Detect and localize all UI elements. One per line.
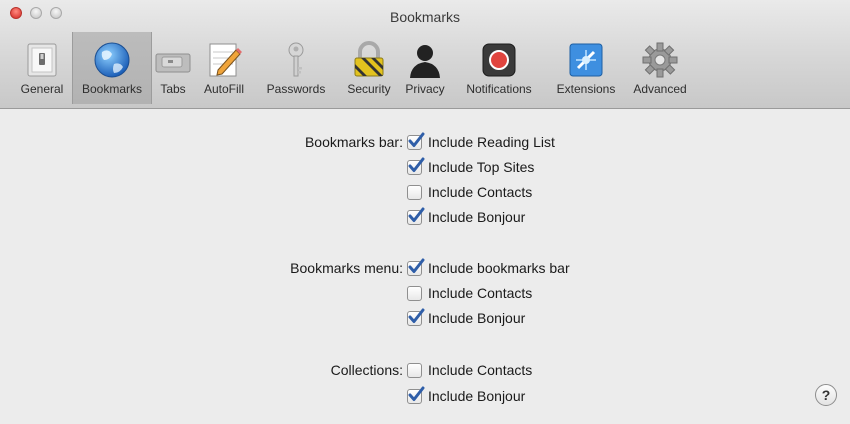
checkmark-icon [408, 386, 425, 401]
bookmarks-bar-row: Bookmarks bar: Include Reading List [0, 131, 850, 155]
autofill-pencil-icon [209, 43, 242, 77]
checkbox-box[interactable] [407, 308, 425, 326]
help-button[interactable]: ? [815, 384, 837, 406]
bookmarks-bar-label: Bookmarks bar: [304, 134, 403, 150]
lock-icon [354, 41, 384, 77]
checkmark-icon [408, 132, 425, 147]
checkbox-box[interactable] [407, 386, 425, 404]
include-bonjour-checkbox[interactable]: Include Bonjour [407, 308, 526, 326]
collections-row: Collections: Include Contacts [0, 359, 850, 383]
include-top-sites-checkbox[interactable]: Include Top Sites [407, 157, 535, 175]
checkbox-box[interactable] [407, 157, 425, 175]
globe-icon [94, 42, 130, 78]
checkbox-label: Include Contacts [428, 184, 533, 200]
notification-icon [482, 43, 516, 77]
toolbar-label: General [20, 82, 64, 96]
toolbar-item-autofill[interactable]: AutoFill [194, 32, 254, 104]
toolbar-item-bookmarks[interactable]: Bookmarks [72, 32, 152, 104]
checkbox-label: Include Bonjour [428, 310, 526, 326]
checkbox-label: Include Contacts [428, 362, 533, 378]
toolbar-label: Tabs [160, 82, 186, 96]
include-reading-list-checkbox[interactable]: Include Reading List [407, 132, 555, 150]
toolbar-item-general[interactable]: General [12, 32, 72, 104]
include-contacts-checkbox[interactable]: Include Contacts [407, 285, 532, 301]
bookmarks-bar-row: Include Bonjour [0, 206, 850, 230]
toolbar-label: Passwords [266, 82, 326, 96]
preferences-window: Bookmarks General Bookmarks Tabs AutoFil… [0, 0, 850, 424]
preferences-toolbar: General Bookmarks Tabs AutoFill Password… [12, 32, 696, 104]
toolbar-label: Security [347, 82, 391, 96]
key-icon [288, 42, 304, 77]
bookmarks-bar-row: Include Top Sites [0, 156, 850, 180]
bookmarks-menu-row: Bookmarks menu: Include bookmarks bar [0, 257, 850, 281]
checkbox-box[interactable] [407, 184, 422, 200]
include-bookmarks-bar-checkbox[interactable]: Include bookmarks bar [407, 258, 570, 276]
tabs-icon [155, 53, 191, 73]
bookmarks-menu-row: Include Bonjour [0, 307, 850, 331]
checkbox-box[interactable] [407, 285, 422, 301]
collections-label: Collections: [330, 362, 403, 378]
toolbar-item-advanced[interactable]: Advanced [624, 32, 696, 104]
bookmarks-menu-label: Bookmarks menu: [290, 260, 403, 276]
checkmark-icon [408, 207, 425, 222]
toolbar-label: Extensions [556, 82, 616, 96]
general-switch-icon [27, 43, 57, 77]
person-silhouette-icon [410, 45, 440, 78]
toolbar-item-tabs[interactable]: Tabs [152, 32, 194, 104]
toolbar-item-extensions[interactable]: Extensions [548, 32, 624, 104]
include-bonjour-checkbox[interactable]: Include Bonjour [407, 207, 526, 225]
toolbar-label: AutoFill [203, 82, 244, 96]
extensions-puzzle-icon [569, 43, 603, 77]
toolbar-item-security[interactable]: Security [338, 32, 400, 104]
checkbox-label: Include Top Sites [428, 159, 535, 175]
toolbar-label: Bookmarks [81, 82, 143, 96]
toolbar-item-passwords[interactable]: Passwords [254, 32, 338, 104]
checkbox-label: Include Bonjour [428, 209, 526, 225]
include-contacts-checkbox[interactable]: Include Contacts [407, 184, 532, 200]
toolbar-label: Privacy [405, 82, 445, 96]
checkbox-box[interactable] [407, 132, 425, 150]
window-title: Bookmarks [389, 9, 461, 25]
include-contacts-checkbox[interactable]: Include Contacts [407, 362, 532, 378]
include-bonjour-checkbox[interactable]: Include Bonjour [407, 386, 526, 404]
toolbar-label: Notifications [466, 82, 532, 96]
checkbox-label: Include Contacts [428, 285, 533, 301]
collections-row: Include Bonjour [0, 385, 850, 409]
checkbox-box[interactable] [407, 258, 425, 276]
checkmark-icon [408, 308, 425, 323]
toolbar-item-privacy[interactable]: Privacy [400, 32, 450, 104]
checkmark-icon [408, 258, 425, 273]
checkmark-icon [408, 157, 425, 172]
checkbox-label: Include Bonjour [428, 388, 526, 404]
title-toolbar-area: Bookmarks General Bookmarks Tabs AutoFil… [0, 0, 850, 109]
toolbar-item-notifications[interactable]: Notifications [450, 32, 548, 104]
bookmarks-bar-row: Include Contacts [0, 181, 850, 205]
bookmarks-pane: Bookmarks bar: Include Reading List Incl… [0, 109, 850, 424]
checkbox-box[interactable] [407, 207, 425, 225]
bookmarks-menu-row: Include Contacts [0, 282, 850, 306]
checkbox-label: Include bookmarks bar [428, 260, 570, 276]
gear-icon [642, 42, 678, 78]
checkbox-box[interactable] [407, 362, 422, 378]
checkbox-label: Include Reading List [428, 134, 555, 150]
toolbar-label: Advanced [633, 82, 687, 96]
